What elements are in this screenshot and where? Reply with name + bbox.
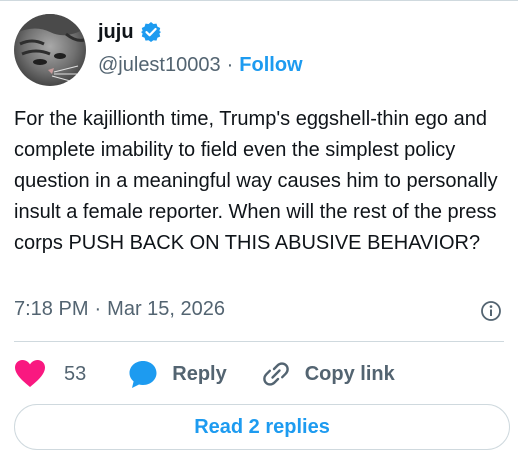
like-button[interactable]: 53 — [14, 359, 86, 389]
action-bar: 53 Reply Copy link — [14, 358, 395, 390]
info-icon[interactable] — [480, 300, 502, 322]
tweet-timestamp[interactable]: 7:18 PM · Mar 15, 2026 — [14, 298, 225, 321]
display-name[interactable]: juju — [98, 21, 134, 44]
read-replies-button[interactable]: Read 2 replies — [14, 404, 510, 450]
link-icon — [262, 362, 289, 386]
tweet-text: For the kajillionth time, Trump's eggshe… — [14, 108, 498, 254]
copy-link-label: Copy link — [304, 362, 395, 385]
verified-badge-icon — [140, 21, 162, 43]
tweet-header: juju @julest10003 · Follow — [14, 14, 303, 86]
top-border — [0, 0, 518, 1]
divider — [14, 341, 504, 342]
like-count: 53 — [64, 362, 87, 385]
reply-button[interactable]: Reply — [128, 359, 227, 389]
reply-label: Reply — [172, 362, 227, 385]
tweet-time: 7:18 PM — [14, 298, 89, 320]
handle-row: @julest10003 · Follow — [98, 54, 303, 77]
avatar[interactable] — [14, 14, 86, 86]
handle-separator: · — [226, 54, 234, 76]
cat-avatar-image — [14, 14, 86, 86]
user-names: juju @julest10003 · Follow — [98, 20, 303, 77]
follow-button[interactable]: Follow — [239, 54, 302, 77]
heart-icon — [15, 360, 45, 387]
user-handle[interactable]: @julest10003 — [98, 54, 221, 77]
copy-link-button[interactable]: Copy link — [261, 359, 395, 389]
tweet-date: Mar 15, 2026 — [107, 298, 226, 320]
timestamp-separator: · — [94, 298, 102, 320]
name-row: juju — [98, 20, 303, 44]
reply-bubble-icon — [129, 361, 157, 388]
